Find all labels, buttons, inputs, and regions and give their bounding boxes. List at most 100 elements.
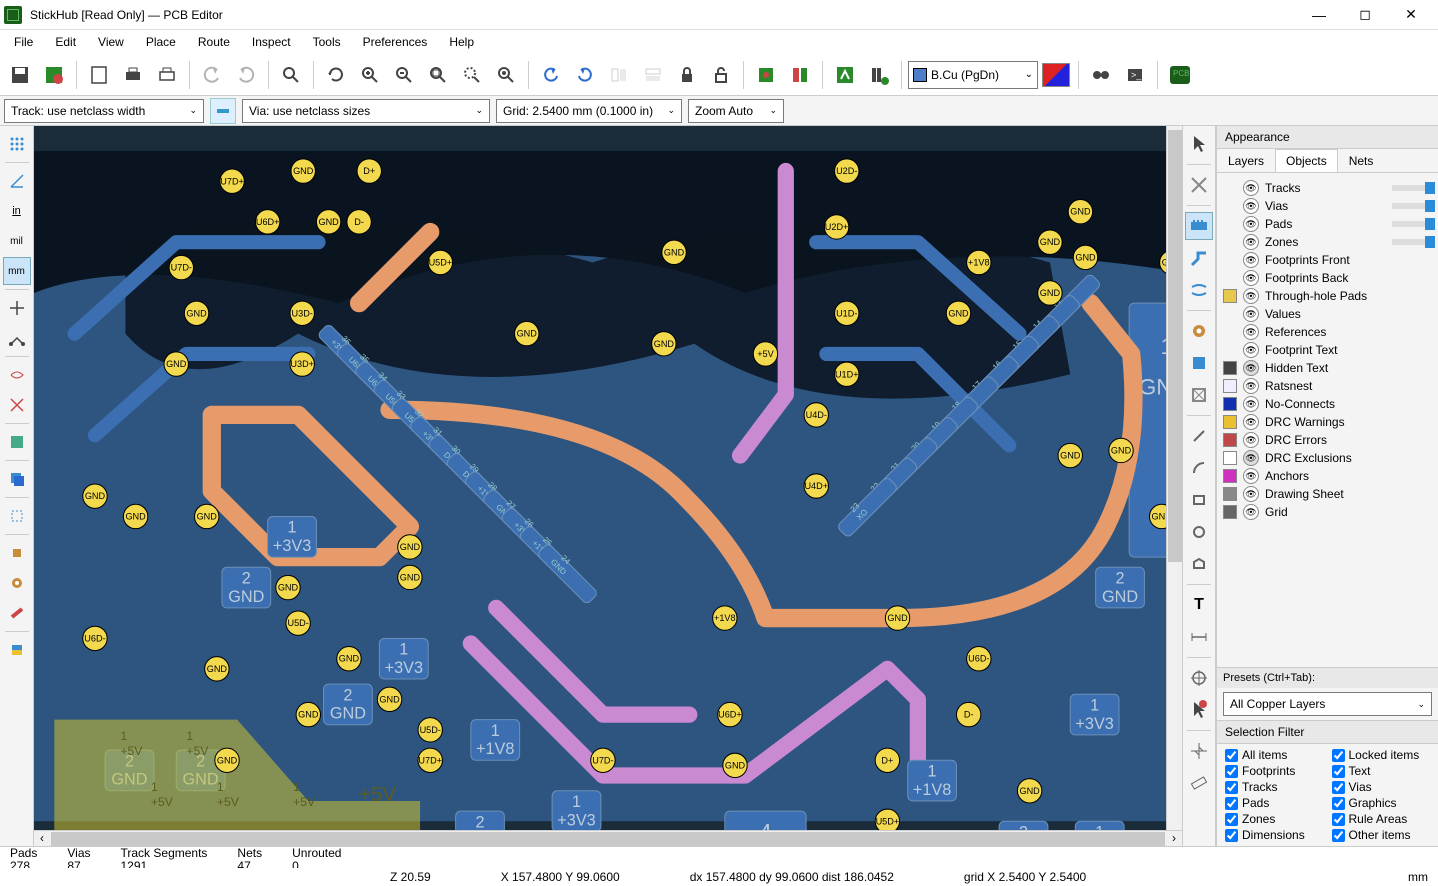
polar-coord-icon[interactable] — [3, 167, 31, 195]
menu-place[interactable]: Place — [136, 32, 186, 52]
route-track-icon[interactable] — [1185, 244, 1213, 272]
checkbox[interactable] — [1332, 797, 1345, 810]
auto-track-width-button[interactable] — [210, 98, 236, 124]
measure-icon[interactable] — [1185, 769, 1213, 797]
eye-icon[interactable] — [1243, 414, 1259, 430]
opacity-icon[interactable] — [3, 428, 31, 456]
unlock-icon[interactable] — [705, 59, 737, 91]
set-origin-icon[interactable] — [1185, 664, 1213, 692]
undo-icon[interactable] — [196, 59, 228, 91]
draw-line-icon[interactable] — [1185, 422, 1213, 450]
mirror-v-icon[interactable] — [637, 59, 669, 91]
draw-circle-icon[interactable] — [1185, 518, 1213, 546]
45deg-mode-icon[interactable] — [3, 324, 31, 352]
pcb-calculator-icon[interactable]: PCB — [1164, 59, 1196, 91]
zoom-out-icon[interactable] — [388, 59, 420, 91]
mirror-h-icon[interactable] — [603, 59, 635, 91]
menu-view[interactable]: View — [88, 32, 134, 52]
redo-icon[interactable] — [230, 59, 262, 91]
canvas-hscrollbar[interactable]: ‹ › — [34, 830, 1182, 846]
filter-graphics[interactable]: Graphics — [1332, 796, 1431, 810]
canvas-vscrollbar[interactable] — [1166, 126, 1182, 846]
opacity-slider[interactable] — [1392, 203, 1432, 209]
mils-button[interactable]: mil — [3, 227, 31, 255]
zoom-select[interactable]: Zoom Auto⌄ — [688, 99, 784, 123]
checkbox[interactable] — [1225, 749, 1238, 762]
eye-icon[interactable] — [1243, 216, 1259, 232]
eye-icon[interactable] — [1243, 288, 1259, 304]
object-row-hidden-text[interactable]: Hidden Text — [1221, 359, 1434, 377]
opacity-slider[interactable] — [1392, 185, 1432, 191]
draw-rect-icon[interactable] — [1185, 486, 1213, 514]
menu-file[interactable]: File — [4, 32, 43, 52]
object-row-footprint-text[interactable]: Footprint Text — [1221, 341, 1434, 359]
object-row-no-connects[interactable]: No-Connects — [1221, 395, 1434, 413]
draw-poly-icon[interactable] — [1185, 550, 1213, 578]
tab-layers[interactable]: Layers — [1217, 149, 1275, 172]
checkbox[interactable] — [1225, 829, 1238, 842]
delete-icon[interactable] — [1185, 696, 1213, 724]
tab-objects[interactable]: Objects — [1275, 149, 1338, 172]
inches-button[interactable]: in — [3, 197, 31, 225]
menu-edit[interactable]: Edit — [45, 32, 86, 52]
object-row-ratsnest[interactable]: Ratsnest — [1221, 377, 1434, 395]
via-display-icon[interactable] — [3, 569, 31, 597]
drc-icon[interactable] — [863, 59, 895, 91]
object-row-drc-exclusions[interactable]: DRC Exclusions — [1221, 449, 1434, 467]
place-zone-icon[interactable] — [1185, 349, 1213, 377]
pcb-canvas[interactable]: 1 GND 2GND2GND2GND1+3V32GND1+3V32GND2GND… — [34, 126, 1182, 846]
filter-tracks[interactable]: Tracks — [1225, 780, 1324, 794]
objects-list[interactable]: TracksViasPadsZonesFootprints FrontFootp… — [1217, 173, 1438, 667]
object-row-pads[interactable]: Pads — [1221, 215, 1434, 233]
object-row-footprints-front[interactable]: Footprints Front — [1221, 251, 1434, 269]
mm-button[interactable]: mm — [3, 257, 31, 285]
layers-manager-icon[interactable] — [3, 465, 31, 493]
contrast-mode-icon[interactable] — [3, 636, 31, 664]
eye-icon[interactable] — [1243, 468, 1259, 484]
grid-toggle-icon[interactable] — [3, 130, 31, 158]
save-icon[interactable] — [4, 59, 36, 91]
eye-icon[interactable] — [1243, 378, 1259, 394]
object-row-anchors[interactable]: Anchors — [1221, 467, 1434, 485]
checkbox[interactable] — [1332, 813, 1345, 826]
filter-dimensions[interactable]: Dimensions — [1225, 828, 1324, 842]
eye-icon[interactable] — [1243, 450, 1259, 466]
opacity-slider[interactable] — [1392, 221, 1432, 227]
eye-icon[interactable] — [1243, 234, 1259, 250]
curved-ratsnest-icon[interactable] — [3, 391, 31, 419]
eye-icon[interactable] — [1243, 306, 1259, 322]
rotate-cw-icon[interactable] — [569, 59, 601, 91]
object-row-references[interactable]: References — [1221, 323, 1434, 341]
zoom-window-icon[interactable] — [490, 59, 522, 91]
layer-select[interactable]: B.Cu (PgDn) ⌄ — [908, 61, 1038, 89]
filter-vias[interactable]: Vias — [1332, 780, 1431, 794]
net-highlight-icon[interactable] — [1185, 171, 1213, 199]
zoom-fit-icon[interactable] — [422, 59, 454, 91]
filter-rule-areas[interactable]: Rule Areas — [1332, 812, 1431, 826]
checkbox[interactable] — [1225, 765, 1238, 778]
filter-other-items[interactable]: Other items — [1332, 828, 1431, 842]
place-via-icon[interactable] — [1185, 317, 1213, 345]
object-row-footprints-back[interactable]: Footprints Back — [1221, 269, 1434, 287]
eye-icon[interactable] — [1243, 486, 1259, 502]
eye-icon[interactable] — [1243, 252, 1259, 268]
place-footprint-icon[interactable] — [1185, 212, 1213, 240]
checkbox[interactable] — [1332, 765, 1345, 778]
via-size-select[interactable]: Via: use netclass sizes⌄ — [242, 99, 490, 123]
eye-icon[interactable] — [1243, 342, 1259, 358]
object-row-values[interactable]: Values — [1221, 305, 1434, 323]
zoom-selection-icon[interactable] — [456, 59, 488, 91]
plot-icon[interactable] — [151, 59, 183, 91]
close-button[interactable]: ✕ — [1388, 0, 1434, 30]
object-row-drawing-sheet[interactable]: Drawing Sheet — [1221, 485, 1434, 503]
menu-inspect[interactable]: Inspect — [242, 32, 301, 52]
opacity-slider[interactable] — [1392, 239, 1432, 245]
filter-text[interactable]: Text — [1332, 764, 1431, 778]
scripting-console-icon[interactable] — [1085, 59, 1117, 91]
menu-help[interactable]: Help — [439, 32, 484, 52]
track-width-select[interactable]: Track: use netclass width⌄ — [4, 99, 204, 123]
tab-nets[interactable]: Nets — [1338, 149, 1385, 172]
eye-icon[interactable] — [1243, 324, 1259, 340]
rotate-ccw-icon[interactable] — [535, 59, 567, 91]
place-text-icon[interactable]: T — [1185, 591, 1213, 619]
